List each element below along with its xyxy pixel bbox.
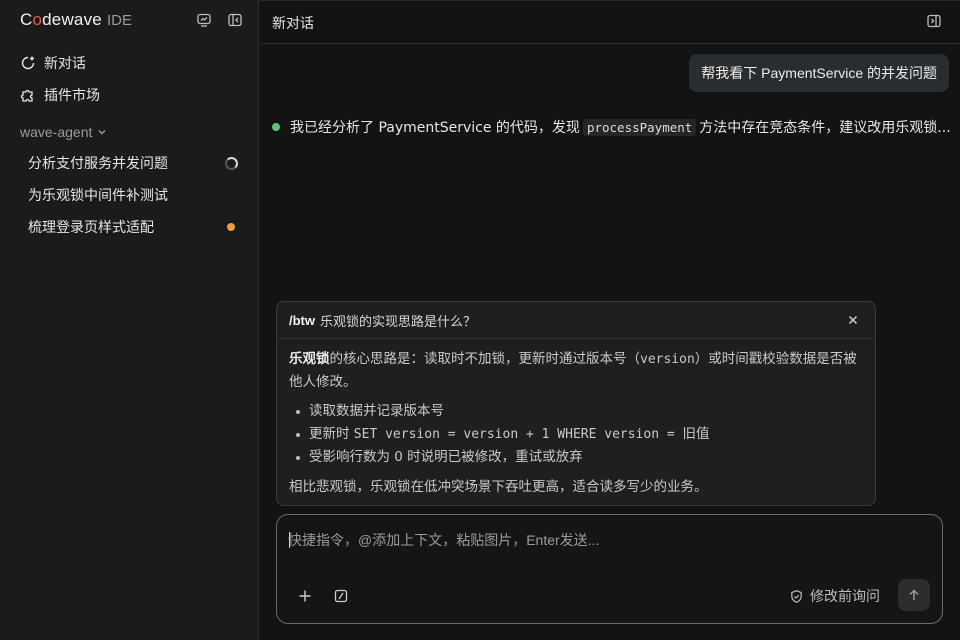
btw-header: /btw 乐观锁的实现思路是什么？: [277, 302, 875, 339]
assistant-message-text: 我已经分析了 PaymentService 的代码，发现 processPayme…: [290, 119, 951, 136]
page-title: 新对话: [272, 16, 314, 32]
conversation-item[interactable]: 分析支付服务并发问题: [28, 152, 238, 174]
btw-footer-note: 相比悲观锁，乐观锁在低冲突场景下吞吐更高，适合读多写少的业务。: [289, 478, 708, 495]
list-item: 更新时 SET version = version + 1 WHERE vers…: [289, 423, 863, 447]
workspace-section-toggle[interactable]: wave-agent: [20, 124, 108, 140]
brand-suffix: IDE: [106, 12, 132, 29]
conversation-title: 为乐观锁中间件补测试: [28, 188, 168, 204]
brand-name: Codewave: [20, 10, 102, 29]
list-item: 读取数据并记录版本号: [289, 400, 863, 423]
slash-command-button[interactable]: [330, 585, 352, 607]
chevron-down-icon: [98, 130, 106, 135]
chat-history-button[interactable]: [194, 10, 214, 30]
assistant-message[interactable]: 我已经分析了 PaymentService 的代码，发现 processPayme…: [272, 117, 952, 137]
brand-logo: Codewave IDE: [20, 10, 132, 32]
plugin-market-label: 插件市场: [44, 88, 100, 104]
new-chat-label: 新对话: [44, 56, 86, 72]
conversation-item[interactable]: 为乐观锁中间件补测试: [28, 184, 238, 206]
close-icon: [848, 315, 858, 325]
puzzle-icon: [20, 89, 33, 102]
btw-command: /btw: [289, 312, 315, 328]
loading-spinner-icon: [225, 156, 238, 170]
btw-question: 乐观锁的实现思路是什么？: [320, 314, 477, 330]
conversation-title: 分析支付服务并发问题: [28, 156, 168, 172]
shield-check-icon: [791, 589, 802, 603]
btw-steps: 读取数据并记录版本号 更新时 SET version = version + 1…: [289, 400, 863, 469]
new-chat-button[interactable]: 新对话: [20, 53, 86, 73]
btw-intro: 乐观锁的核心思路是：读取时不加锁，更新时通过版本号（version）或时间戳校验…: [289, 351, 857, 390]
collapse-sidebar-icon: [228, 13, 242, 27]
plus-icon: [299, 590, 311, 602]
add-attachment-button[interactable]: [294, 585, 316, 607]
sidebar: Codewave IDE 新对话 插件市场 wave-agent 分析支付服务并…: [0, 0, 259, 640]
message-composer: 修改前询问: [276, 514, 943, 624]
unread-dot-icon: [227, 223, 235, 231]
send-button[interactable]: [898, 579, 930, 611]
inline-code: processPayment: [582, 119, 697, 136]
user-message: 帮我看下 PaymentService 的并发问题: [689, 54, 949, 92]
main-panel: 新对话 帮我看下 PaymentService 的并发问题 我已经分析了 Pay…: [260, 0, 960, 640]
chat-header: 新对话: [260, 0, 960, 44]
btw-side-question-card: /btw 乐观锁的实现思路是什么？ 乐观锁的核心思路是：读取时不加锁，更新时通过…: [276, 301, 876, 506]
text-caret: [289, 532, 290, 548]
arrow-up-icon: [909, 589, 919, 600]
status-dot-icon: [272, 123, 280, 131]
chat-history-icon: [197, 13, 211, 27]
new-chat-icon: [21, 56, 35, 70]
conversation-title: 梳理登录页样式适配: [28, 220, 154, 236]
mode-label: 修改前询问: [810, 589, 880, 605]
conversation-item[interactable]: 梳理登录页样式适配: [28, 216, 238, 238]
list-item: 受影响行数为 0 时说明已被修改，重试或放弃: [289, 446, 863, 469]
close-btw-button[interactable]: [845, 312, 861, 328]
plugin-market-button[interactable]: 插件市场: [20, 85, 100, 105]
ask-before-edit-toggle[interactable]: 修改前询问: [789, 585, 880, 607]
collapse-sidebar-button[interactable]: [225, 10, 245, 30]
workspace-name: wave-agent: [20, 124, 93, 140]
toggle-panel-icon: [927, 14, 941, 28]
btw-answer: 乐观锁的核心思路是：读取时不加锁，更新时通过版本号（version）或时间戳校验…: [277, 339, 875, 499]
message-input[interactable]: [288, 529, 908, 551]
toggle-panel-button[interactable]: [926, 13, 944, 31]
slash-command-icon: [334, 589, 348, 603]
